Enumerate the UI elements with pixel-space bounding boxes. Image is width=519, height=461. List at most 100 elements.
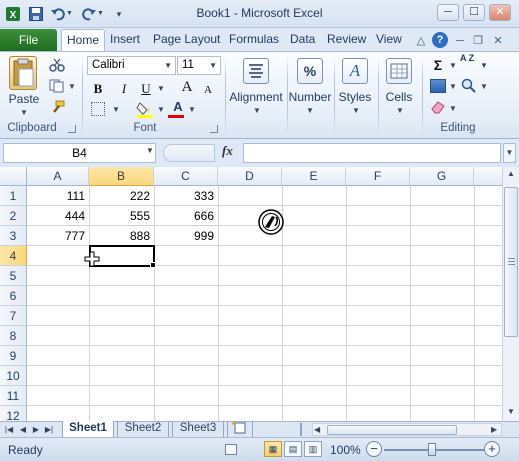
- font-launcher-icon[interactable]: [210, 125, 218, 133]
- fill-handle[interactable]: [150, 262, 156, 268]
- workbook-close-icon[interactable]: ✕: [491, 34, 505, 48]
- paste-dropdown-icon[interactable]: ▼: [20, 108, 28, 117]
- tab-split-handle[interactable]: [300, 423, 306, 436]
- insert-function-button[interactable]: fx: [222, 143, 233, 159]
- tab-insert[interactable]: Insert: [110, 32, 140, 46]
- row-header-4[interactable]: 4: [0, 246, 27, 266]
- borders-dropdown-icon[interactable]: ▼: [112, 105, 120, 114]
- fill-color-icon[interactable]: [136, 100, 154, 118]
- tab-view[interactable]: View: [376, 32, 402, 46]
- row-header-2[interactable]: 2: [0, 206, 27, 226]
- normal-view-icon[interactable]: ▦: [264, 441, 282, 457]
- tab-review[interactable]: Review: [327, 32, 366, 46]
- minimize-ribbon-icon[interactable]: △: [414, 34, 428, 48]
- zoom-level[interactable]: 100%: [330, 443, 361, 457]
- first-sheet-icon[interactable]: |◀: [3, 423, 15, 436]
- page-break-view-icon[interactable]: ▥: [304, 441, 322, 457]
- cell-c2[interactable]: 666: [154, 206, 218, 226]
- zoom-out-button[interactable]: −: [366, 441, 382, 457]
- tab-home[interactable]: Home: [61, 29, 105, 52]
- column-header-f[interactable]: F: [346, 167, 410, 186]
- cut-icon[interactable]: [49, 58, 65, 72]
- row-header-5[interactable]: 5: [0, 266, 27, 286]
- clear-dropdown-icon[interactable]: ▼: [449, 104, 457, 113]
- formula-input[interactable]: [243, 143, 501, 163]
- last-sheet-icon[interactable]: ▶|: [43, 423, 55, 436]
- cell-c1[interactable]: 333: [154, 186, 218, 206]
- prev-sheet-icon[interactable]: ◀: [17, 423, 29, 436]
- underline-button[interactable]: U: [138, 80, 154, 98]
- italic-button[interactable]: I: [116, 80, 132, 98]
- workbook-minimize-icon[interactable]: ─: [453, 34, 467, 48]
- copy-icon[interactable]: [49, 79, 65, 93]
- zoom-in-button[interactable]: +: [484, 441, 500, 457]
- cell-b1[interactable]: 222: [89, 186, 154, 206]
- workbook-restore-icon[interactable]: ❐: [471, 34, 485, 48]
- cells-button[interactable]: Cells: [382, 90, 416, 104]
- scroll-left-icon[interactable]: ◀: [314, 424, 320, 435]
- autosum-dropdown-icon[interactable]: ▼: [449, 61, 457, 70]
- select-all-button[interactable]: [0, 167, 27, 186]
- column-header-b[interactable]: B: [89, 167, 154, 186]
- formula-bar-divider[interactable]: [163, 144, 215, 162]
- vertical-scrollbar[interactable]: ▲ ▼: [502, 167, 519, 421]
- row-header-12[interactable]: 12: [0, 406, 27, 421]
- column-header-e[interactable]: E: [282, 167, 346, 186]
- sheet-tab-sheet2[interactable]: Sheet2: [117, 421, 169, 437]
- alignment-icon[interactable]: [243, 58, 269, 84]
- scroll-right-icon[interactable]: ▶: [491, 424, 497, 435]
- page-layout-view-icon[interactable]: ▤: [284, 441, 302, 457]
- tab-page-layout[interactable]: Page Layout: [153, 32, 220, 46]
- sheet-tab-sheet3[interactable]: Sheet3: [172, 421, 224, 437]
- alignment-dropdown-icon[interactable]: ▼: [253, 106, 261, 115]
- autosum-button[interactable]: Σ: [430, 56, 446, 74]
- cell-a2[interactable]: 444: [27, 206, 89, 226]
- find-dropdown-icon[interactable]: ▼: [480, 82, 488, 91]
- cell-b2[interactable]: 555: [89, 206, 154, 226]
- horizontal-scroll-thumb[interactable]: [327, 425, 457, 435]
- font-color-dropdown-icon[interactable]: ▼: [188, 105, 196, 114]
- row-header-8[interactable]: 8: [0, 326, 27, 346]
- tab-file[interactable]: File: [0, 29, 57, 51]
- borders-icon[interactable]: [91, 102, 105, 116]
- cells-dropdown-icon[interactable]: ▼: [396, 106, 404, 115]
- find-select-icon[interactable]: [460, 78, 478, 94]
- name-box-dropdown-icon[interactable]: ▼: [146, 146, 154, 155]
- column-header-g[interactable]: G: [410, 167, 474, 186]
- fill-color-dropdown-icon[interactable]: ▼: [157, 105, 165, 114]
- fill-icon[interactable]: [430, 79, 446, 93]
- sheet-tab-sheet1[interactable]: Sheet1: [62, 421, 114, 437]
- bold-button[interactable]: B: [90, 80, 106, 98]
- grow-font-button[interactable]: A: [179, 78, 195, 96]
- row-header-10[interactable]: 10: [0, 366, 27, 386]
- scroll-down-icon[interactable]: ▼: [505, 407, 517, 416]
- styles-dropdown-icon[interactable]: ▼: [352, 106, 360, 115]
- zoom-slider-thumb[interactable]: [428, 443, 436, 456]
- row-header-3[interactable]: 3: [0, 226, 27, 246]
- font-size-select[interactable]: 11 ▼: [177, 56, 221, 75]
- font-name-select[interactable]: Calibri ▼: [87, 56, 176, 75]
- row-header-11[interactable]: 11: [0, 386, 27, 406]
- number-dropdown-icon[interactable]: ▼: [306, 106, 314, 115]
- cell-a3[interactable]: 777: [27, 226, 89, 246]
- underline-dropdown-icon[interactable]: ▼: [157, 84, 165, 93]
- tab-formulas[interactable]: Formulas: [229, 32, 279, 46]
- column-header-h[interactable]: [474, 167, 502, 186]
- name-box[interactable]: B4: [3, 143, 156, 163]
- clipboard-launcher-icon[interactable]: [68, 125, 76, 133]
- close-button[interactable]: ✕: [489, 4, 511, 21]
- tab-data[interactable]: Data: [290, 32, 315, 46]
- cell-a1[interactable]: 111: [27, 186, 89, 206]
- row-header-9[interactable]: 9: [0, 346, 27, 366]
- help-icon[interactable]: ?: [432, 32, 448, 48]
- insert-sheet-icon[interactable]: [227, 421, 253, 437]
- copy-dropdown-icon[interactable]: ▼: [68, 82, 76, 91]
- expand-formula-bar-icon[interactable]: ▼: [503, 143, 516, 163]
- number-format-icon[interactable]: %: [297, 58, 323, 84]
- shrink-font-button[interactable]: A: [200, 81, 216, 99]
- next-sheet-icon[interactable]: ▶: [30, 423, 42, 436]
- sort-filter-icon[interactable]: A Z: [460, 54, 478, 63]
- paste-label[interactable]: Paste: [8, 92, 40, 106]
- maximize-button[interactable]: ☐: [463, 4, 485, 21]
- scroll-up-icon[interactable]: ▲: [505, 169, 517, 178]
